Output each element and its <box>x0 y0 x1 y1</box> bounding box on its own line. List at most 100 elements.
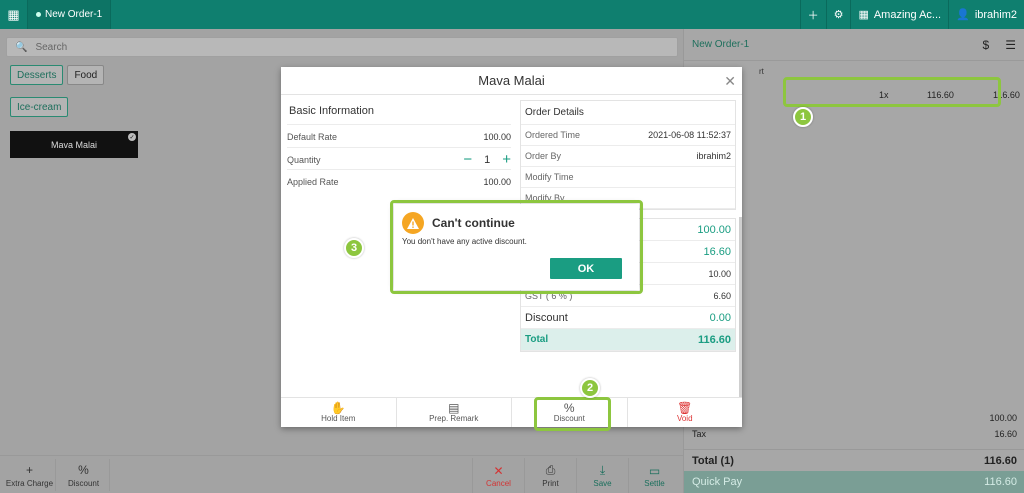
prep-remark-label: Prep. Remark <box>429 414 479 423</box>
subtotal-value: 100.00 <box>989 413 1017 423</box>
highlight-alert <box>390 200 643 294</box>
tax-value: 16.60 <box>703 245 731 258</box>
ordered-time-row: Ordered Time 2021-06-08 11:52:37 <box>521 125 735 146</box>
extra-charge-label: Extra Charge <box>5 478 54 488</box>
dollar-icon[interactable]: $ <box>983 38 990 52</box>
subcategory-ice-cream[interactable]: Ice-cream <box>10 97 69 117</box>
category-desserts[interactable]: Desserts <box>10 65 64 85</box>
close-icon[interactable]: ✕ <box>724 73 736 90</box>
void-label: Void <box>676 414 693 423</box>
plus-icon: ＋ <box>807 9 819 22</box>
printer-icon: ⎙ <box>545 463 556 477</box>
order-title: New Order-1 <box>692 39 750 50</box>
quantity-value: 1 <box>484 153 491 166</box>
search-icon: 🔍 <box>15 41 28 53</box>
settings-button[interactable]: ⚙ <box>825 0 851 29</box>
card-icon: ▭ <box>648 463 661 478</box>
order-by-label: Order By <box>525 151 562 161</box>
order-action-bar: ✕ Cancel ⎙ Print ⤓ Save ▭ Settle <box>472 458 680 493</box>
print-label: Print <box>542 479 559 488</box>
order-discount-button[interactable]: % Discount <box>58 459 110 491</box>
user-name: ibrahim2 <box>974 8 1017 21</box>
minus-button[interactable]: − <box>463 151 472 168</box>
void-button[interactable]: 🗑 Void <box>628 398 743 427</box>
sliders-icon[interactable]: ☰ <box>1005 38 1016 52</box>
extra-charge-button[interactable]: + Extra Charge <box>4 459 56 491</box>
hand-icon: ✋ <box>330 401 346 415</box>
quantity-label: Quantity <box>287 154 321 165</box>
item-total-label: Total <box>525 334 549 345</box>
partial-column-label: rt <box>759 67 764 76</box>
cancel-label: Cancel <box>486 478 511 488</box>
store-selector[interactable]: ▦ Amazing Ac... <box>850 0 948 29</box>
settle-button[interactable]: ▭ Settle <box>628 458 680 493</box>
discount-value: 0.00 <box>709 311 731 324</box>
category-list: Desserts Food <box>10 65 105 85</box>
quick-pay-value: 116.60 <box>984 476 1017 488</box>
menu-item-card[interactable]: Mava Malai ✓ <box>10 131 138 158</box>
settle-label: Settle <box>644 478 665 488</box>
user-icon: 👤 <box>956 9 970 21</box>
order-by-row: Order By ibrahim2 <box>521 146 735 167</box>
tab-status-dot <box>36 12 41 17</box>
top-bar: ▦ New Order-1 ＋ ⚙ ▦ Amazing Ac... 👤 ibra… <box>0 0 1024 29</box>
order-by-value: ibrahim2 <box>696 151 731 161</box>
modal-scrollbar[interactable] <box>739 217 742 397</box>
cancel-button[interactable]: ✕ Cancel <box>472 458 524 493</box>
annotation-badge-2: 2 <box>580 378 600 398</box>
store-name: Amazing Ac... <box>873 8 942 21</box>
print-button[interactable]: ⎙ Print <box>524 458 576 493</box>
highlight-order-line <box>783 77 1001 107</box>
quick-pay-label: Quick Pay <box>692 476 743 488</box>
save-label: Save <box>593 479 612 488</box>
ordered-time-value: 2021-06-08 11:52:37 <box>648 130 731 140</box>
apps-grid-icon[interactable]: ▦ <box>0 0 28 29</box>
modify-time-row: Modify Time <box>521 167 735 188</box>
gst-value: 6.60 <box>713 290 731 301</box>
order-total-value: 116.60 <box>983 454 1017 467</box>
plus-button[interactable]: + <box>502 151 511 168</box>
basic-info-title: Basic Information <box>289 105 374 117</box>
order-details-panel: Order Details Ordered Time 2021-06-08 11… <box>520 100 736 210</box>
hold-item-button[interactable]: ✋ Hold Item <box>281 398 397 427</box>
gear-icon: ⚙ <box>833 9 844 21</box>
menu-item-name: Mava Malai <box>50 139 97 150</box>
quick-pay-button[interactable]: Quick Pay 116.60 <box>684 471 1024 493</box>
discount-label: Discount <box>525 311 568 324</box>
quantity-row: Quantity − 1 + <box>287 147 511 171</box>
default-rate-row: Default Rate 100.00 <box>287 124 511 148</box>
tax-label: Tax <box>692 429 707 439</box>
modify-time-label: Modify Time <box>525 172 574 182</box>
search-placeholder: Search <box>35 41 68 53</box>
order-tab[interactable]: New Order-1 <box>28 0 112 29</box>
modal-title: Mava Malai <box>478 73 545 88</box>
plus-icon: + <box>25 462 33 477</box>
default-rate-value: 100.00 <box>483 131 511 142</box>
search-input[interactable]: 🔍 Search <box>6 37 678 57</box>
user-menu[interactable]: 👤 ibrahim2 <box>948 0 1024 29</box>
hold-item-label: Hold Item <box>321 414 356 423</box>
highlight-discount-button <box>534 397 611 431</box>
close-icon: ✕ <box>493 463 504 478</box>
prep-remark-button[interactable]: ▤ Prep. Remark <box>397 398 512 427</box>
store-icon: ▦ <box>858 9 869 21</box>
save-button[interactable]: ⤓ Save <box>576 458 628 493</box>
order-total-label: Total (1) <box>692 454 734 467</box>
modal-action-bar: ✋ Hold Item ▤ Prep. Remark % Discount 🗑 … <box>281 397 742 427</box>
order-header: New Order-1 $ ☰ <box>684 29 1024 61</box>
amount-value: 100.00 <box>697 223 731 236</box>
category-food[interactable]: Food <box>67 65 105 85</box>
discount-row: Discount 0.00 <box>521 307 735 329</box>
tax-value: 16.60 <box>994 429 1017 439</box>
annotation-badge-1: 1 <box>793 107 813 127</box>
annotation-badge-3: 3 <box>344 238 364 258</box>
ordered-time-label: Ordered Time <box>525 130 581 140</box>
charge-value: 10.00 <box>708 268 731 279</box>
percent-icon: % <box>78 462 89 477</box>
download-icon: ⤓ <box>599 463 606 477</box>
applied-rate-label: Applied Rate <box>287 176 339 187</box>
discount-label: Discount <box>67 478 100 488</box>
comment-icon: ▤ <box>448 401 460 415</box>
add-order-button[interactable]: ＋ <box>799 0 826 29</box>
applied-rate-value: 100.00 <box>483 176 511 187</box>
